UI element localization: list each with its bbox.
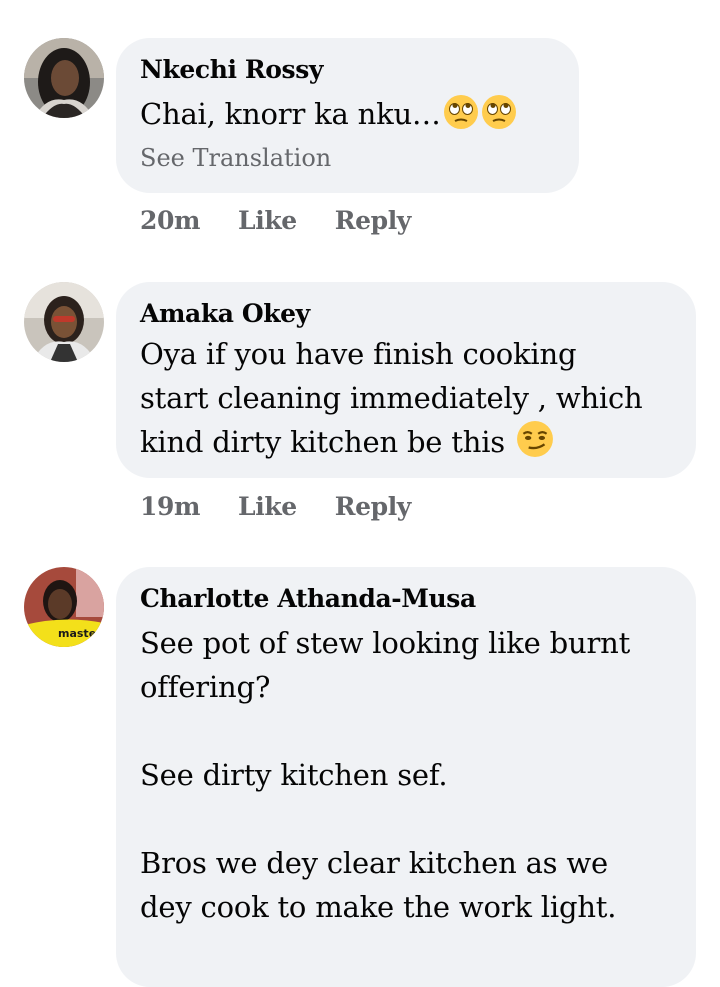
avatar-badge-text: master	[58, 627, 102, 640]
profile-photo-icon	[24, 38, 104, 118]
comment-bubble: Nkechi Rossy Chai, knorr ka nku… See Tra…	[116, 38, 579, 193]
eye-roll-emoji-icon	[481, 94, 517, 140]
comment-text: See pot of stew looking like burnt offer…	[140, 626, 631, 924]
profile-photo-icon	[24, 282, 104, 362]
like-button[interactable]: Like	[238, 492, 297, 521]
eye-roll-emoji-icon	[443, 94, 479, 140]
comment-actions: 19m Like Reply	[140, 492, 411, 521]
see-translation-link[interactable]: See Translation	[140, 142, 555, 174]
comment-bubble: Amaka Okey Oya if you have finish cookin…	[116, 282, 696, 478]
like-button[interactable]: Like	[238, 206, 297, 235]
avatar[interactable]	[24, 282, 104, 362]
comment-timestamp: 20m	[140, 206, 201, 235]
comment-author[interactable]: Charlotte Athanda-Musa	[140, 583, 672, 615]
comment-text-body: Oya if you have finish cooking start cle…	[140, 337, 643, 459]
comment-actions: 20m Like Reply	[140, 206, 411, 235]
reply-button[interactable]: Reply	[335, 206, 412, 235]
comment-text: Oya if you have finish cooking start cle…	[140, 332, 672, 470]
comment-text: Chai, knorr ka nku…	[140, 94, 555, 140]
avatar[interactable]	[24, 38, 104, 118]
comment-timestamp: 19m	[140, 492, 201, 521]
smirk-emoji-icon	[516, 420, 554, 470]
comment-author[interactable]: Nkechi Rossy	[140, 54, 555, 86]
comment-text-body: Chai, knorr ka nku…	[140, 97, 441, 131]
avatar[interactable]: master	[24, 567, 104, 647]
comment-bubble: Charlotte Athanda-Musa See pot of stew l…	[116, 567, 696, 987]
reply-button[interactable]: Reply	[335, 492, 412, 521]
profile-photo-icon: master	[24, 567, 104, 647]
comment-author[interactable]: Amaka Okey	[140, 298, 672, 330]
